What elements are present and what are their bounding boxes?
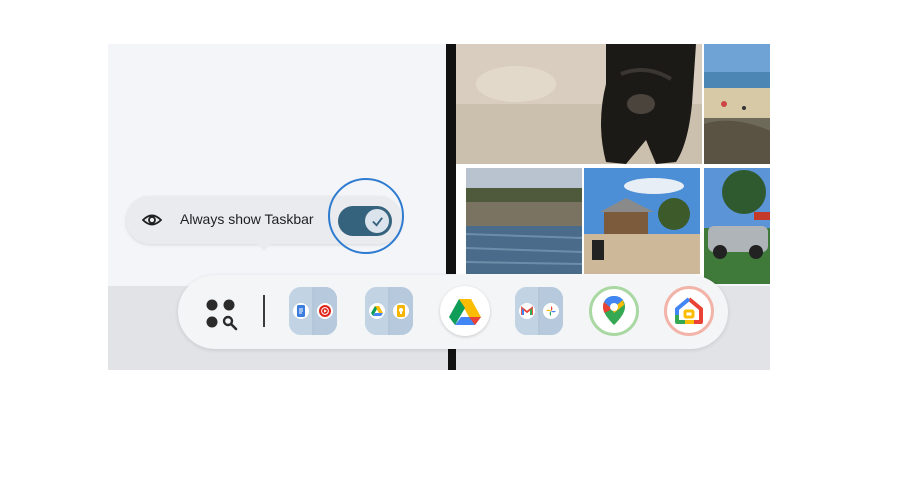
toggle-highlight-ring	[328, 178, 404, 254]
photo-dog[interactable]	[456, 44, 702, 164]
tooltip-label: Always show Taskbar	[180, 211, 314, 227]
drive-icon	[369, 303, 385, 319]
drive-keep-pair[interactable]	[365, 287, 413, 335]
app-launcher-button[interactable]	[205, 298, 239, 332]
photo-car[interactable]	[704, 168, 770, 284]
maps-icon	[603, 296, 625, 325]
taskbar	[178, 275, 728, 349]
photo-beach[interactable]	[704, 44, 770, 164]
docs-icon	[293, 303, 309, 319]
drive-icon	[449, 299, 481, 325]
docs-youtube-music-pair[interactable]	[289, 287, 337, 335]
gmail-icon	[519, 303, 535, 319]
google-home-icon	[675, 297, 703, 324]
google-home-app[interactable]	[664, 286, 714, 336]
left-app-pane	[108, 44, 446, 286]
tooltip-pointer	[256, 243, 272, 251]
taskbar-separator	[263, 295, 265, 327]
photo-building[interactable]	[584, 168, 700, 274]
gmail-photos-pair[interactable]	[515, 287, 563, 335]
split-screen-divider[interactable]	[446, 44, 456, 274]
drive-app[interactable]	[440, 286, 490, 336]
eye-icon	[141, 211, 163, 229]
photo-grid	[456, 44, 770, 284]
app-launcher-search-icon	[206, 299, 238, 331]
divider-handle[interactable]	[448, 348, 456, 370]
photo-lake[interactable]	[466, 168, 582, 274]
maps-app[interactable]	[589, 286, 639, 336]
photos-icon	[543, 303, 559, 319]
keep-icon	[393, 303, 409, 319]
youtube-music-icon	[317, 303, 333, 319]
